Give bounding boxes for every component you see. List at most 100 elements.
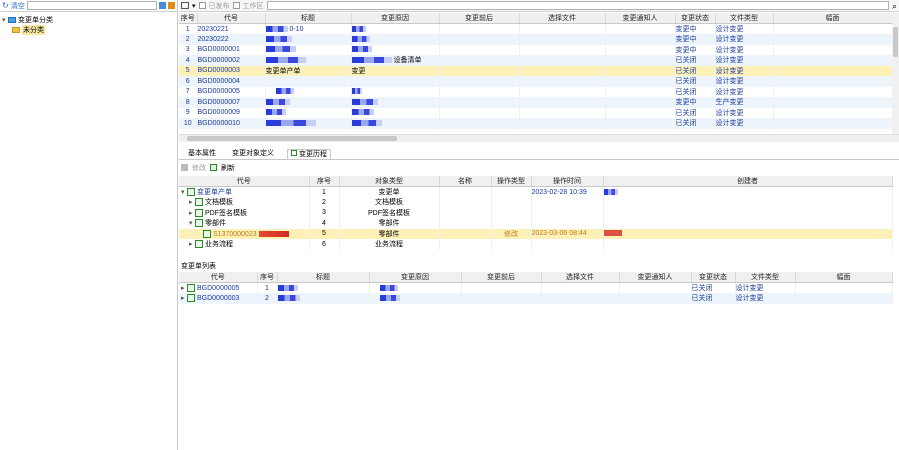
col-header[interactable]: 变更通知人 (619, 272, 692, 283)
row-status: 已关闭 (675, 86, 716, 97)
edit-button[interactable]: 修改 (192, 163, 206, 173)
table-row[interactable]: 1 20230221 0-10 变更中 设计变更 (179, 23, 893, 34)
row-status: 变更中 (675, 44, 716, 55)
tree-op: 修改 (491, 228, 532, 239)
table-row[interactable]: 9 BGD0000009 已关闭 设计变更 (179, 107, 893, 118)
tab-basic-properties[interactable]: 基本属性 (185, 149, 219, 159)
col-header[interactable]: 代号 (179, 176, 310, 187)
tree-seq: 1 (309, 186, 340, 197)
col-header[interactable]: 序号 (179, 13, 198, 24)
tree-item-uncategorized[interactable]: 未分类 (0, 25, 177, 35)
table-row-selected[interactable]: 5 BGD0000003 变更单产单 变更 已关闭 设计变更 (179, 65, 893, 76)
col-header[interactable]: 标题 (277, 272, 370, 283)
tab-change-objects[interactable]: 变更对象定义 (229, 149, 277, 159)
row-type: 设计变更 (715, 118, 774, 129)
col-header[interactable]: 序号 (309, 176, 340, 187)
col-header[interactable]: 选择文件 (541, 272, 620, 283)
main-table-vscroll[interactable] (892, 13, 899, 137)
list-view-icon[interactable] (181, 2, 189, 9)
row-type: 设计变更 (715, 55, 774, 66)
col-header[interactable]: 选择文件 (519, 13, 606, 24)
tree-row[interactable]: ▸ 文档模板 2 文档模板 (179, 197, 893, 208)
col-header[interactable]: 变更原因 (369, 272, 462, 283)
tree-type: PDF签名模板 (339, 207, 440, 218)
category-panel: ↻ 清空 ▾ 变更单分类 未分类 (0, 0, 178, 450)
chevron-down-icon[interactable]: ▾ (192, 2, 196, 10)
col-header[interactable]: 变更通知人 (605, 13, 676, 24)
tree-item-label: 未分类 (22, 25, 45, 35)
table-row[interactable]: 8 BGD0000007 变更中 生产变更 (179, 97, 893, 108)
tree-seq: 5 (309, 228, 340, 239)
row-code: ▸ BGD0000005 (179, 282, 258, 293)
col-header[interactable]: 序号 (257, 272, 278, 283)
row-reason (351, 23, 440, 34)
tree-type: 零部件 (339, 218, 440, 229)
col-header[interactable]: 幅面 (773, 13, 893, 24)
tree-row-selected[interactable]: S1370000023 5 零部件 修改 2023-03-06 08:44 (179, 228, 893, 239)
refresh-button[interactable]: 刷新 (221, 163, 235, 173)
scroll-thumb[interactable] (187, 136, 397, 141)
workspace-checkbox[interactable] (232, 2, 240, 9)
tab-change-history[interactable]: 变更历程 (287, 149, 331, 159)
tree-row[interactable]: ▸ 业务流程 6 业务流程 (179, 239, 893, 250)
col-header[interactable]: 创建者 (603, 176, 893, 187)
table-row[interactable]: 3 BGD0000001 变更中 设计变更 (179, 44, 893, 55)
col-header[interactable]: 文件类型 (735, 272, 796, 283)
tree-row[interactable]: ▾ 零部件 4 零部件 (179, 218, 893, 229)
row-title (265, 44, 352, 55)
tree-row[interactable]: ▸ PDF签名模板 3 PDF签名模板 (179, 207, 893, 218)
published-checkbox[interactable] (198, 2, 206, 9)
tree-code: S1370000023 (179, 228, 310, 239)
col-header[interactable]: 对象类型 (339, 176, 440, 187)
row-index: 7 (179, 86, 198, 97)
col-header[interactable]: 代号 (197, 13, 266, 24)
col-header[interactable]: 变更状态 (691, 272, 736, 283)
tree-root[interactable]: ▾ 变更单分类 (0, 15, 177, 25)
main-table-hscroll[interactable] (179, 134, 899, 142)
table-row[interactable]: 6 BGD0000004 已关闭 设计变更 (179, 76, 893, 87)
table-row[interactable]: 2 20230222 变更中 设计变更 (179, 34, 893, 45)
tree-row[interactable]: ▾ 变更单产单 1 变更单 2023-02-28 10:39 (179, 186, 893, 197)
part-icon (195, 219, 203, 228)
col-header[interactable]: 变更状态 (675, 13, 716, 24)
row-reason (351, 34, 440, 45)
col-header[interactable]: 代号 (179, 272, 258, 283)
folder-icon (8, 17, 16, 23)
col-header[interactable]: 操作类型 (491, 176, 532, 187)
detail-tabs: 基本属性 变更对象定义 变更历程 (179, 148, 899, 160)
scroll-thumb[interactable] (893, 27, 898, 57)
col-header[interactable]: 操作时间 (531, 176, 604, 187)
main-search-input[interactable] (266, 1, 889, 10)
tree-code: ▾ 变更单产单 (179, 186, 310, 197)
row-type: 设计变更 (715, 107, 774, 118)
row-code: ▸ BGD0000003 (179, 293, 258, 304)
col-header[interactable]: 名称 (439, 176, 492, 187)
col-header[interactable]: 变更前后 (439, 13, 520, 24)
options-icon[interactable] (168, 2, 175, 9)
col-header[interactable]: 幅面 (795, 272, 893, 283)
row-index: 8 (179, 97, 198, 108)
category-search-input[interactable] (26, 1, 157, 10)
table-row[interactable]: 10 BGD0000010 已关闭 设计变更 (179, 118, 893, 129)
col-header[interactable]: 文件类型 (715, 13, 774, 24)
search-icon[interactable]: ⌕ (892, 1, 897, 12)
col-header[interactable]: 标题 (265, 13, 352, 24)
refresh-icon[interactable] (210, 164, 217, 171)
clear-label[interactable]: 清空 (11, 1, 25, 11)
search-go-icon[interactable] (159, 2, 166, 9)
table-row[interactable]: ▸ BGD0000003 2 已关闭 设计变更 (179, 293, 893, 304)
tree-code: ▾ 零部件 (179, 218, 310, 229)
row-type: 设计变更 (735, 293, 796, 304)
refresh-icon[interactable]: ↻ (2, 1, 9, 10)
col-header[interactable]: 变更前后 (461, 272, 542, 283)
row-index: 2 (179, 34, 198, 45)
row-index: 5 (179, 65, 198, 76)
table-row[interactable]: ▸ BGD0000005 1 已关闭 设计变更 (179, 282, 893, 293)
edit-icon[interactable] (181, 164, 188, 171)
table-row[interactable]: 7 BGD0000005 已关闭 设计变更 (179, 86, 893, 97)
row-code: BGD0000004 (197, 76, 266, 87)
col-header[interactable]: 变更原因 (351, 13, 440, 24)
row-reason (351, 107, 440, 118)
row-index: 10 (179, 118, 198, 129)
table-row[interactable]: 4 BGD0000002 设备清单 已关闭 设计变更 (179, 55, 893, 66)
